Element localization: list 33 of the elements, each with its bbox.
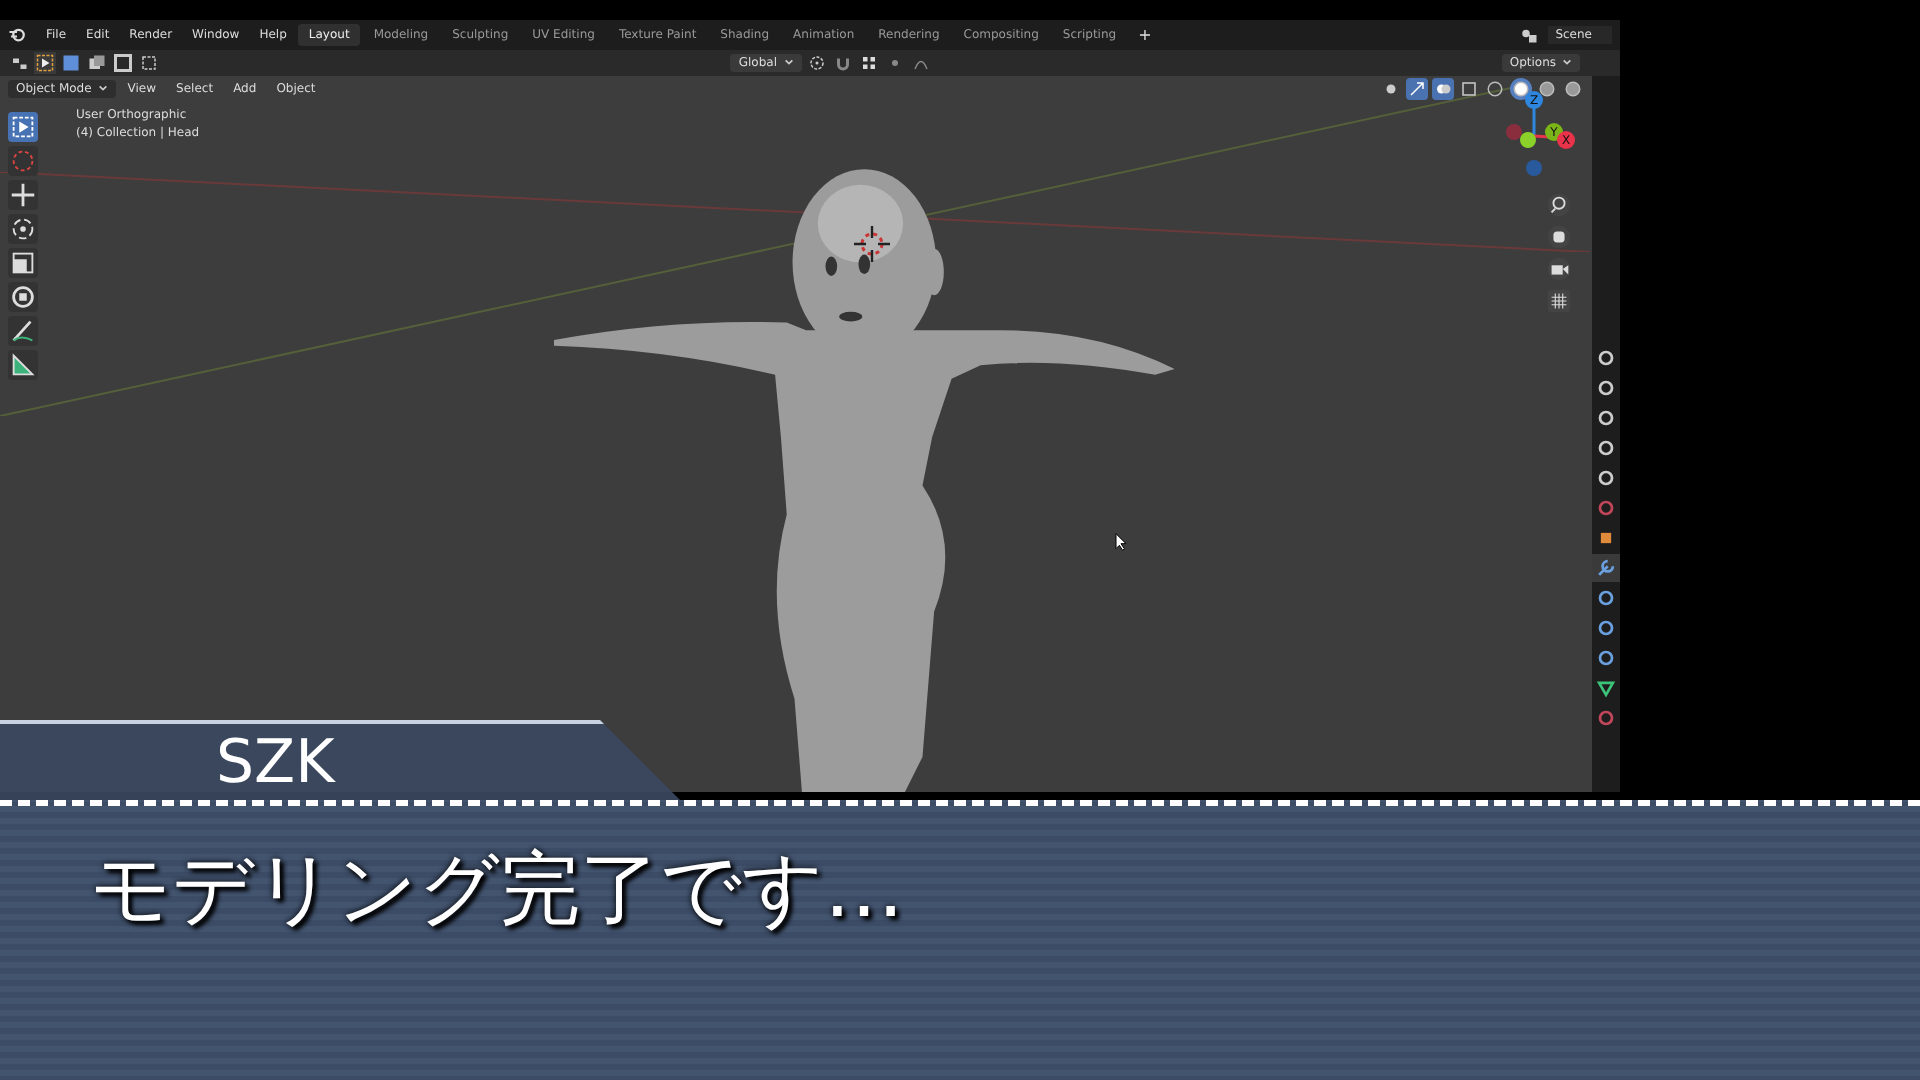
crosshair-icon <box>852 224 892 264</box>
selection-mode-icon[interactable] <box>60 52 82 74</box>
overlay-toggle-icon[interactable] <box>1432 77 1454 99</box>
select-tool-icon[interactable] <box>34 52 56 74</box>
scale-icon[interactable] <box>8 248 38 278</box>
material-sphere-icon[interactable] <box>1536 77 1558 99</box>
move-arrows-icon[interactable] <box>8 180 38 210</box>
solid-sphere-icon[interactable] <box>1510 77 1532 99</box>
transform-icon[interactable] <box>8 282 38 312</box>
rotate-icon[interactable] <box>8 214 38 244</box>
selection-mode-icon[interactable] <box>112 52 134 74</box>
caret-icon <box>97 83 108 92</box>
caret-icon <box>1562 58 1573 67</box>
caret-icon <box>783 58 793 67</box>
wrench-icon[interactable] <box>1592 554 1620 582</box>
pointer-icon <box>1114 532 1128 552</box>
selection-mode-icon[interactable] <box>138 52 160 74</box>
gizmo-toggle-icon[interactable] <box>1406 77 1428 99</box>
zoom-icon[interactable] <box>1546 192 1572 218</box>
speaker-name: SZK <box>216 727 335 797</box>
logo-icon[interactable] <box>8 26 26 44</box>
grid-dots-icon[interactable] <box>857 52 879 74</box>
wireframe-sphere-icon[interactable] <box>1484 77 1506 99</box>
ruler-icon[interactable] <box>8 350 38 380</box>
dialog-text: モデリング完了です… <box>90 844 904 936</box>
select-box-icon[interactable] <box>8 112 38 142</box>
add-workspace-button[interactable]: + <box>1130 26 1160 44</box>
pivot-icon[interactable] <box>805 52 827 74</box>
rendered-sphere-icon[interactable] <box>1562 77 1584 99</box>
selection-mode-icon[interactable] <box>86 52 108 74</box>
grid-icon[interactable] <box>1546 288 1572 314</box>
pen-icon[interactable] <box>8 316 38 346</box>
xray-icon[interactable] <box>1458 77 1480 99</box>
